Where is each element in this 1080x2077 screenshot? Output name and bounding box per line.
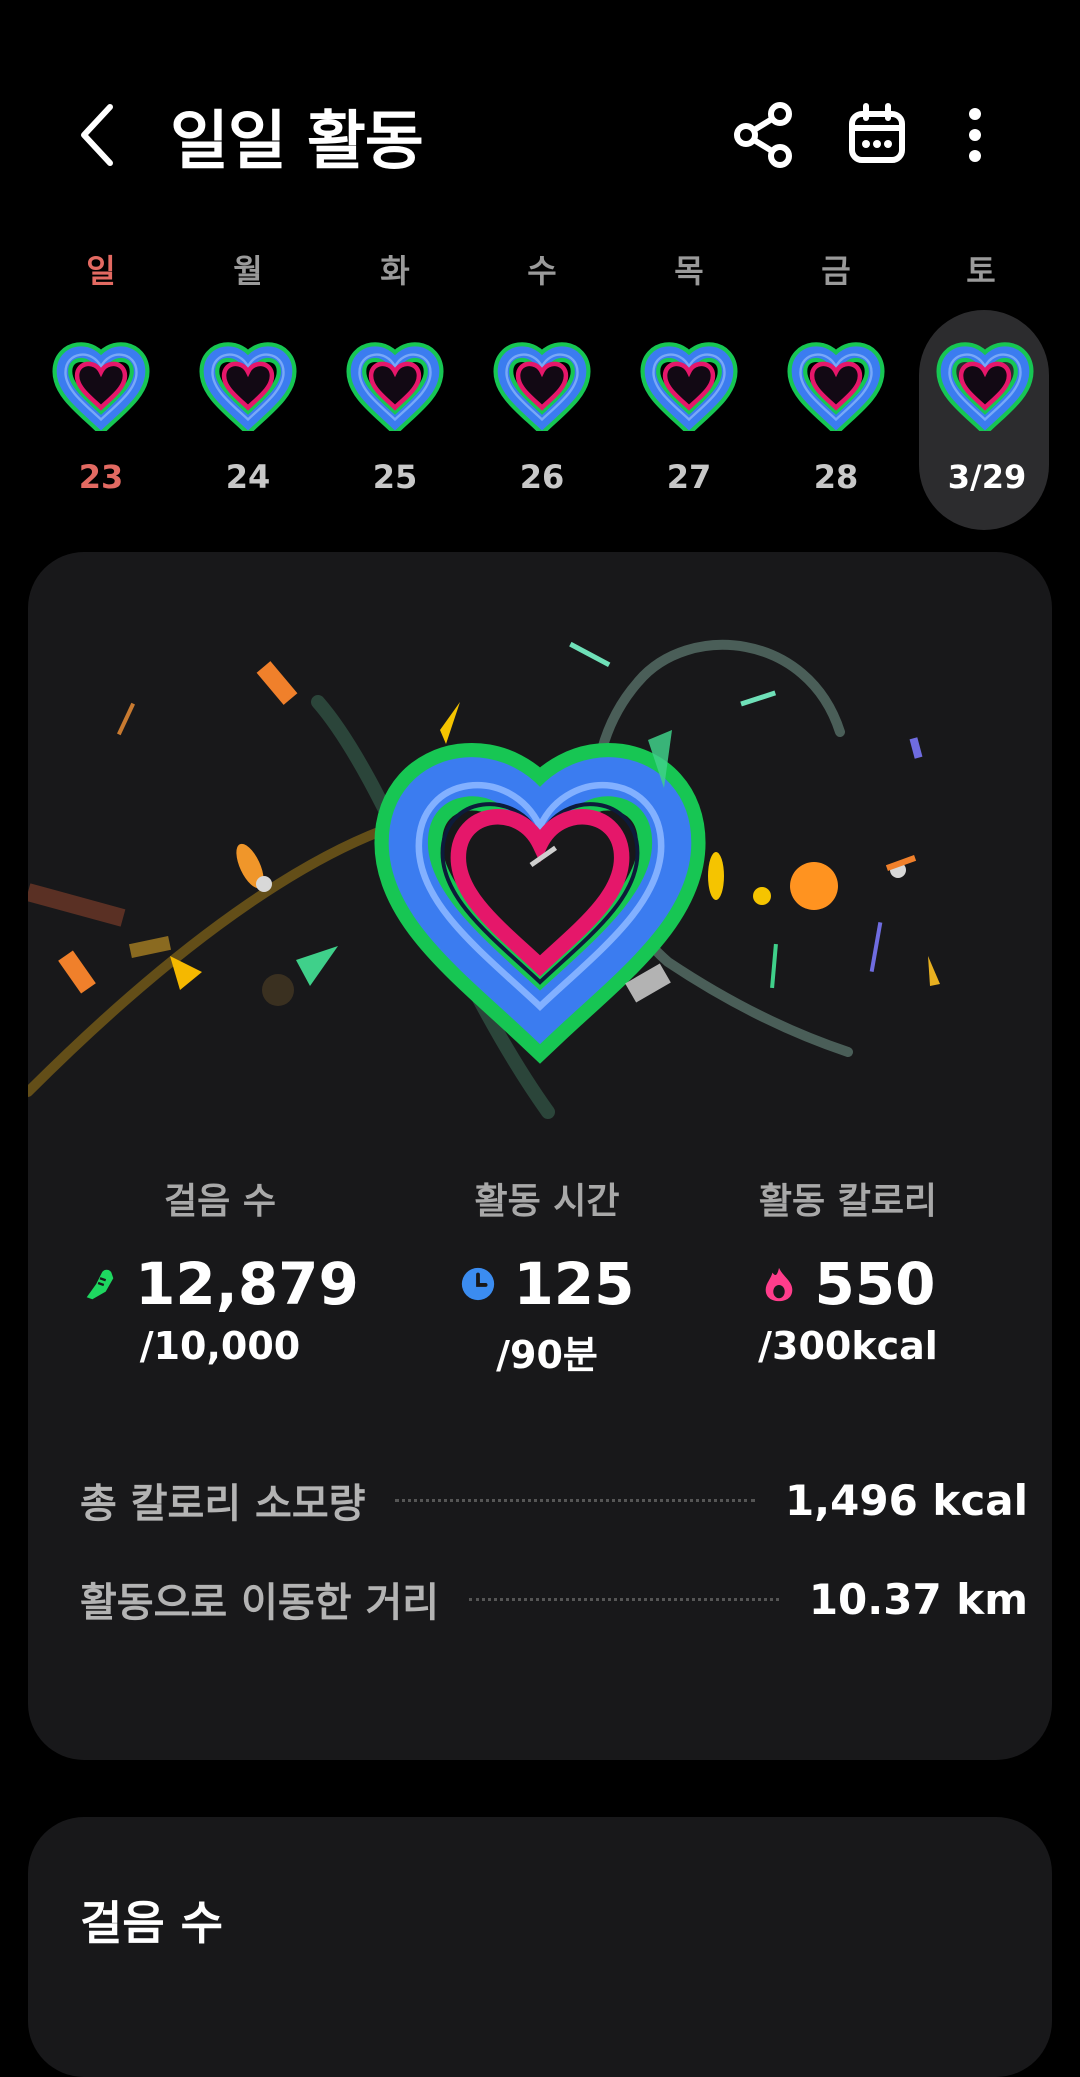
- day-date-label: 23: [78, 458, 124, 496]
- active-calories-value: 550: [814, 1250, 936, 1318]
- share-icon: [734, 102, 792, 168]
- activity-heart-icon: [636, 335, 742, 431]
- shoe-icon: [86, 1269, 114, 1300]
- day-of-week-label: 토: [966, 252, 996, 290]
- total-calories-value: 1,496 kcal: [784, 1475, 1028, 1525]
- confetti: [58, 950, 96, 994]
- day-date-label: 25: [372, 458, 418, 496]
- distance-label: 활동으로 이동한 거리: [80, 1580, 440, 1626]
- confetti: [117, 702, 135, 736]
- confetti: [296, 946, 338, 986]
- share-button[interactable]: [730, 100, 800, 170]
- day-of-week-label: 수: [527, 252, 557, 290]
- active-time-value: 125: [513, 1250, 635, 1318]
- confetti: [569, 641, 611, 667]
- active-calories-goal: /300kcal: [758, 1324, 938, 1368]
- more-vertical-icon: [969, 108, 981, 162]
- active-time-goal: /90분: [496, 1333, 598, 1377]
- activity-heart-icon: [489, 335, 595, 431]
- confetti: [256, 661, 298, 705]
- day-date-label: 26: [519, 458, 565, 496]
- steps-section-card[interactable]: 걸음 수: [28, 1817, 1052, 2077]
- confetti: [909, 737, 923, 759]
- day-date-label: 27: [666, 458, 712, 496]
- confetti: [256, 876, 272, 892]
- confetti: [170, 956, 202, 990]
- active-time-label: 활동 시간: [474, 1181, 620, 1222]
- section-title: 걸음 수: [80, 1896, 223, 1950]
- day-of-week-label: 금: [821, 252, 851, 290]
- activity-heart-illustration: [28, 639, 940, 1119]
- top-app-bar: 일일 활동: [0, 0, 1080, 240]
- day-thursday[interactable]: 목 27: [624, 240, 754, 530]
- dotted-leader: [395, 1498, 755, 1502]
- back-button[interactable]: [70, 95, 130, 175]
- day-date-label: 24: [225, 458, 271, 496]
- flame-icon: [766, 1267, 793, 1302]
- confetti: [790, 862, 838, 910]
- day-sunday[interactable]: 일 23: [36, 240, 166, 530]
- steps-goal: /10,000: [139, 1324, 301, 1368]
- confetti: [262, 974, 294, 1006]
- activity-heart-icon: [783, 335, 889, 431]
- active-calories-stat[interactable]: 활동 칼로리 550 /300kcal: [698, 1172, 998, 1368]
- confetti: [869, 922, 883, 972]
- day-of-week-label: 화: [380, 252, 410, 290]
- confetti: [740, 690, 777, 707]
- day-date-label: 3/29: [947, 458, 1027, 496]
- day-date-label: 28: [813, 458, 859, 496]
- clock-icon: [462, 1267, 495, 1301]
- total-calories-label: 총 칼로리 소모량: [80, 1481, 366, 1527]
- steps-label: 걸음 수: [164, 1181, 276, 1222]
- activity-heart-icon: [342, 335, 448, 431]
- more-options-button[interactable]: [955, 100, 995, 170]
- day-of-week-label: 일: [86, 252, 116, 290]
- calendar-button[interactable]: [842, 100, 912, 170]
- day-wednesday[interactable]: 수 26: [477, 240, 607, 530]
- confetti: [128, 935, 172, 959]
- calendar-icon: [849, 103, 905, 163]
- page-title: 일일 활동: [170, 105, 424, 179]
- day-saturday-selected[interactable]: 토 3/29: [916, 240, 1049, 530]
- day-of-week-label: 월: [233, 252, 263, 290]
- confetti: [928, 956, 940, 986]
- dotted-leader: [469, 1597, 779, 1601]
- daily-activity-card: 걸음 수 12,879 /10,000 활동 시간 125 /90분 활동 칼로…: [28, 552, 1052, 1760]
- day-of-week-label: 목: [674, 252, 704, 290]
- distance-row[interactable]: 활동으로 이동한 거리 10.37 km: [80, 1569, 1028, 1629]
- confetti: [440, 702, 460, 744]
- activity-heart-icon: [48, 335, 154, 431]
- confetti: [753, 887, 771, 905]
- activity-heart-icon: [195, 335, 301, 431]
- steps-stat[interactable]: 걸음 수 12,879 /10,000: [70, 1172, 370, 1368]
- confetti: [770, 943, 778, 989]
- steps-value: 12,879: [135, 1250, 359, 1318]
- day-friday[interactable]: 금 28: [771, 240, 901, 530]
- chevron-left-icon: [81, 104, 113, 166]
- day-monday[interactable]: 월 24: [183, 240, 313, 530]
- activity-heart-icon: [932, 335, 1038, 431]
- active-calories-label: 활동 칼로리: [758, 1181, 938, 1222]
- active-time-stat[interactable]: 활동 시간 125 /90분: [397, 1172, 697, 1379]
- streak-line: [28, 883, 126, 927]
- confetti: [708, 852, 724, 900]
- week-selector: 일 23 월 24 화 25 수 26 목 27 금 28 토 3/29: [0, 240, 1080, 540]
- day-tuesday[interactable]: 화 25: [330, 240, 460, 530]
- total-calories-row[interactable]: 총 칼로리 소모량 1,496 kcal: [80, 1470, 1028, 1530]
- distance-value: 10.37 km: [808, 1574, 1028, 1624]
